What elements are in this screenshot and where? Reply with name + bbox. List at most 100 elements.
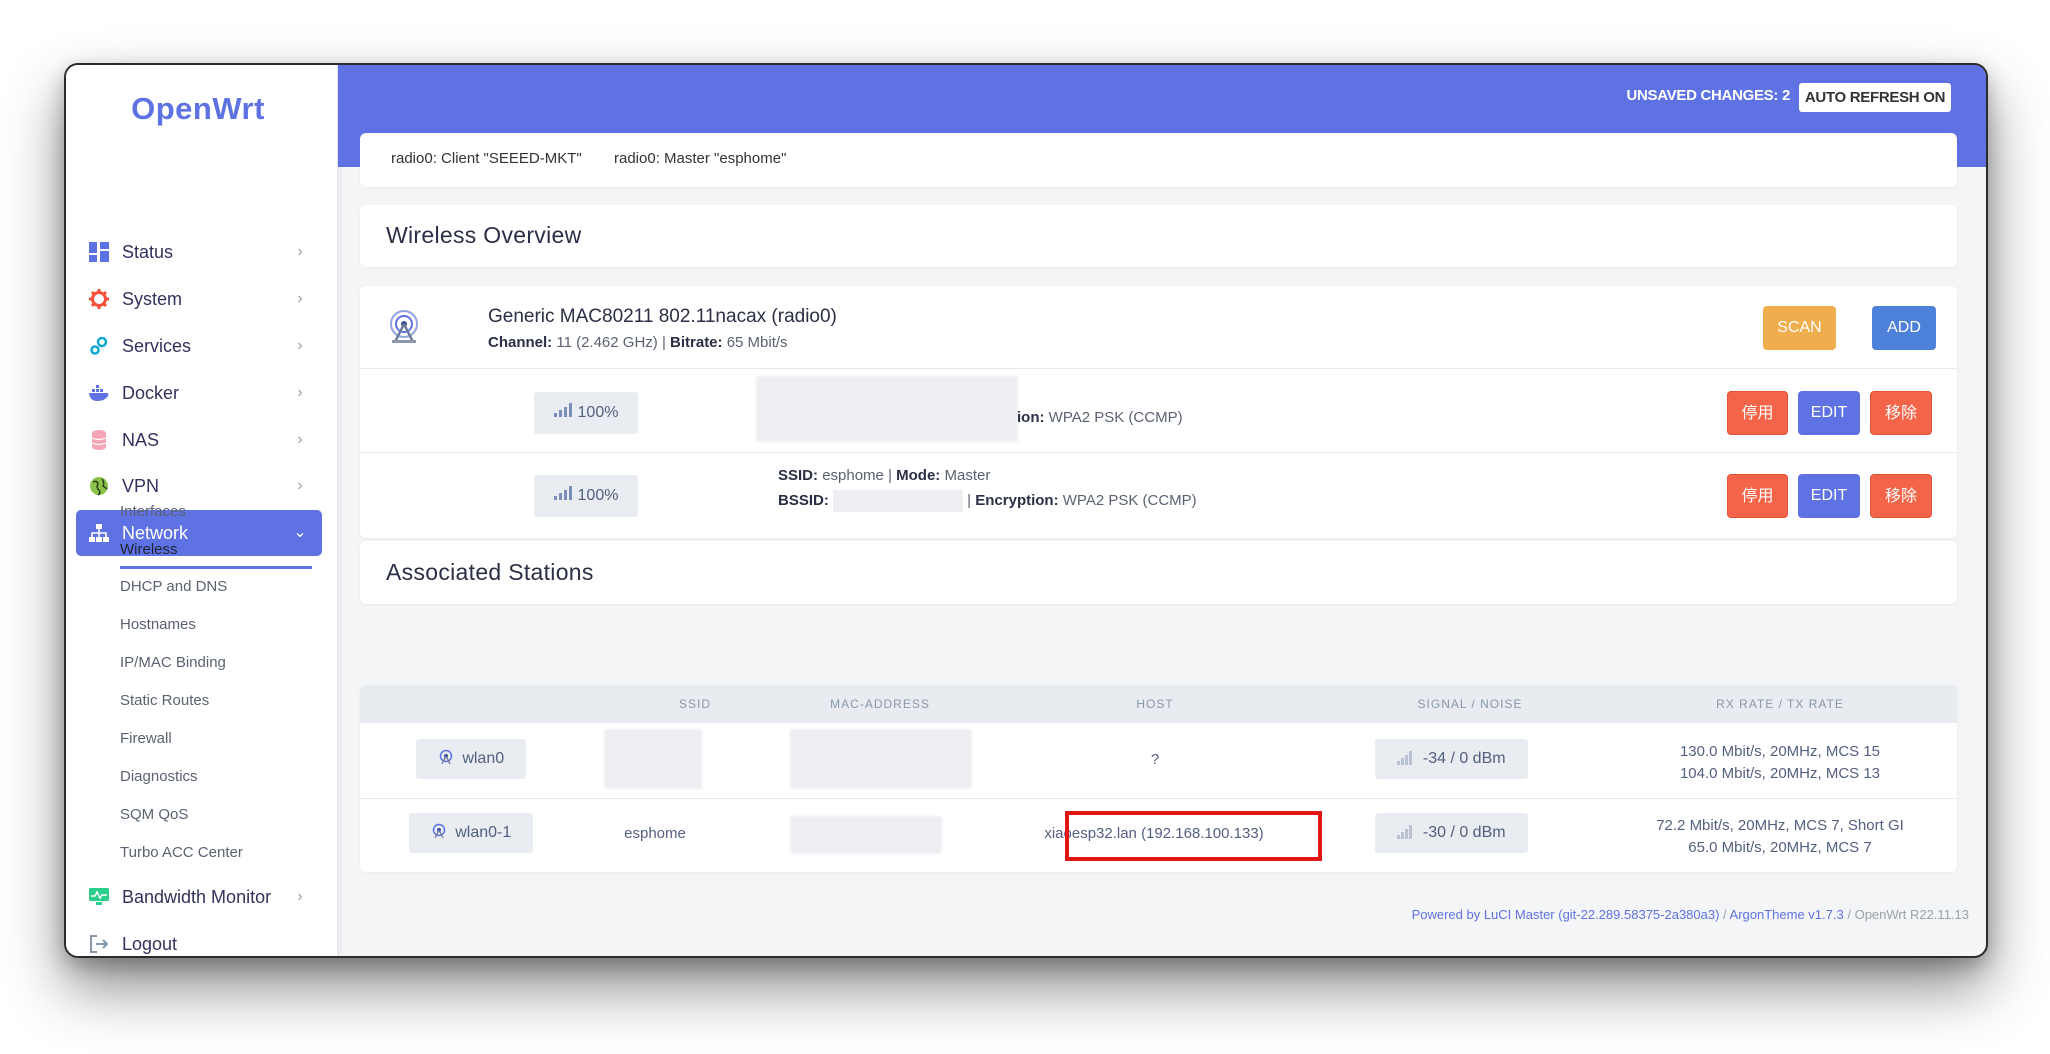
dashboard-icon xyxy=(88,241,110,263)
radio-device-card: Generic MAC80211 802.11nacax (radio0) Ch… xyxy=(360,286,1957,538)
chevron-right-icon: › xyxy=(297,384,303,401)
chevron-right-icon: › xyxy=(297,243,303,260)
sidebar-item-system[interactable]: System › xyxy=(76,276,322,322)
scan-button[interactable]: SCAN xyxy=(1763,306,1836,350)
chevron-right-icon: › xyxy=(297,888,303,905)
mode-label: Mode: xyxy=(896,467,941,484)
sidebar-sub-diagnostics[interactable]: Diagnostics xyxy=(120,768,320,785)
divider xyxy=(360,368,1957,369)
chevron-right-icon: › xyxy=(297,477,303,494)
host-cell: ? xyxy=(1150,751,1160,768)
database-icon xyxy=(88,429,110,451)
encryption-value: WPA2 PSK (CCMP) xyxy=(1048,409,1183,426)
ssid-cell: esphome xyxy=(624,825,686,842)
wireless-overview-header: Wireless Overview xyxy=(360,205,1957,267)
sidebar-sub-sqm-qos[interactable]: SQM QoS xyxy=(120,806,320,823)
sidebar-item-nas[interactable]: NAS › xyxy=(76,417,322,463)
signal-bars-icon xyxy=(1397,824,1422,841)
rx-rate: 72.2 Mbit/s, 20MHz, MCS 7, Short GI xyxy=(1656,817,1904,834)
add-button[interactable]: ADD xyxy=(1872,306,1936,350)
channel-value: 11 (2.462 GHz) xyxy=(556,334,658,351)
signal-noise-badge: -34 / 0 dBm xyxy=(1375,739,1528,779)
disable-button[interactable]: 停用 xyxy=(1727,391,1788,435)
signal-bars-icon xyxy=(553,392,572,434)
redacted-ssid xyxy=(604,729,702,789)
active-sub-indicator xyxy=(120,566,312,569)
interface-badge[interactable]: wlan0 xyxy=(416,739,526,779)
signal-percent: 100% xyxy=(577,404,619,422)
bssid-label: BSSID: xyxy=(778,492,829,509)
sidebar-item-logout[interactable]: Logout xyxy=(76,921,322,956)
chevron-right-icon: › xyxy=(297,431,303,448)
auto-refresh-button[interactable]: AUTO REFRESH ON xyxy=(1799,83,1951,112)
sidebar-sub-wireless[interactable]: Wireless xyxy=(120,541,320,558)
sidebar-item-label: Status xyxy=(122,241,174,262)
divider xyxy=(360,452,1957,453)
sidebar-sub-dhcp-dns[interactable]: DHCP and DNS xyxy=(120,578,320,595)
logout-icon xyxy=(88,933,110,955)
rate-cell: 130.0 Mbit/s, 20MHz, MCS 15 104.0 Mbit/s… xyxy=(1650,741,1910,785)
gear-icon xyxy=(88,288,110,310)
radio-device-info: Channel: 11 (2.462 GHz) | Bitrate: 65 Mb… xyxy=(488,334,788,351)
column-header: HOST xyxy=(1136,697,1174,711)
interface-name: wlan0 xyxy=(462,750,505,767)
sidebar-item-label: Logout xyxy=(122,933,178,954)
column-header: SSID xyxy=(678,697,711,711)
cogs-icon xyxy=(88,335,110,357)
sidebar-item-label: Docker xyxy=(122,382,180,403)
signal-bars-icon xyxy=(553,475,572,517)
remove-button[interactable]: 移除 xyxy=(1870,391,1932,435)
sidebar-sub-ip-mac-binding[interactable]: IP/MAC Binding xyxy=(120,654,320,671)
sidebar-sub-interfaces[interactable]: Interfaces xyxy=(120,503,320,520)
wifi-antenna-icon xyxy=(438,749,462,767)
sidebar-sub-static-routes[interactable]: Static Routes xyxy=(120,692,320,709)
remove-button[interactable]: 移除 xyxy=(1870,474,1932,518)
wifi-antenna-icon xyxy=(431,823,455,841)
sidebar-item-bandwidth-monitor[interactable]: Bandwidth Monitor › xyxy=(76,874,322,920)
section-title: Associated Stations xyxy=(386,559,594,585)
tab-radio0-master[interactable]: radio0: Master "esphome" xyxy=(614,150,786,167)
globe-icon xyxy=(88,475,110,497)
sidebar-sub-turbo-acc[interactable]: Turbo ACC Center xyxy=(120,844,320,861)
bitrate-value: 65 Mbit/s xyxy=(726,334,788,351)
edit-button[interactable]: EDIT xyxy=(1798,391,1860,435)
theme-link[interactable]: ArgonTheme v1.7.3 xyxy=(1730,907,1844,922)
redacted-ssid-info xyxy=(756,376,1018,442)
encryption-label: ion: xyxy=(1017,409,1045,426)
sidebar-sub-hostnames[interactable]: Hostnames xyxy=(120,616,320,633)
encryption-label: Encryption: xyxy=(975,492,1059,509)
sidebar-sub-firewall[interactable]: Firewall xyxy=(120,730,320,747)
table-header: SSID MAC-ADDRESS HOST SIGNAL / NOISE RX … xyxy=(360,685,1957,723)
tx-rate: 65.0 Mbit/s, 20MHz, MCS 7 xyxy=(1688,839,1872,856)
edit-button[interactable]: EDIT xyxy=(1798,474,1860,518)
redacted-bssid xyxy=(833,490,964,513)
footer: Powered by LuCI Master (git-22.289.58375… xyxy=(1412,907,1969,922)
signal-badge: 100% xyxy=(534,475,638,517)
openwrt-logo[interactable]: OpenWrt xyxy=(66,91,330,127)
sidebar-item-label: Bandwidth Monitor xyxy=(122,886,272,907)
ssid-label: SSID: xyxy=(778,467,819,484)
unsaved-changes-link[interactable]: UNSAVED CHANGES: 2 xyxy=(1626,87,1790,104)
ssid-value: esphome xyxy=(822,467,884,484)
sidebar-item-label: NAS xyxy=(122,429,160,450)
network-icon xyxy=(88,522,110,544)
chevron-right-icon: › xyxy=(297,337,303,354)
separator: / xyxy=(1843,907,1855,922)
interface-badge[interactable]: wlan0-1 xyxy=(409,813,533,853)
signal-noise-value: -34 / 0 dBm xyxy=(1422,750,1506,767)
redacted-mac xyxy=(790,816,942,854)
tab-radio0-client[interactable]: radio0: Client "SEEED-MKT" xyxy=(391,150,582,167)
signal-noise-badge: -30 / 0 dBm xyxy=(1375,813,1528,853)
sidebar-item-status[interactable]: Status › xyxy=(76,229,322,275)
luci-link[interactable]: Powered by LuCI Master (git-22.289.58375… xyxy=(1412,907,1720,922)
disable-button[interactable]: 停用 xyxy=(1727,474,1788,518)
sidebar-item-services[interactable]: Services › xyxy=(76,323,322,369)
network-encryption-info: ion: WPA2 PSK (CCMP) xyxy=(1017,405,1183,430)
wifi-antenna-icon xyxy=(386,308,422,349)
mode-value: Master xyxy=(944,467,991,484)
page-title: Wireless Overview xyxy=(386,222,582,248)
rate-cell: 72.2 Mbit/s, 20MHz, MCS 7, Short GI 65.0… xyxy=(1635,815,1925,859)
sidebar-item-label: VPN xyxy=(122,475,160,496)
network-bssid-info: BSSID: | Encryption: WPA2 PSK (CCMP) xyxy=(778,488,1197,513)
sidebar-item-docker[interactable]: Docker › xyxy=(76,370,322,416)
